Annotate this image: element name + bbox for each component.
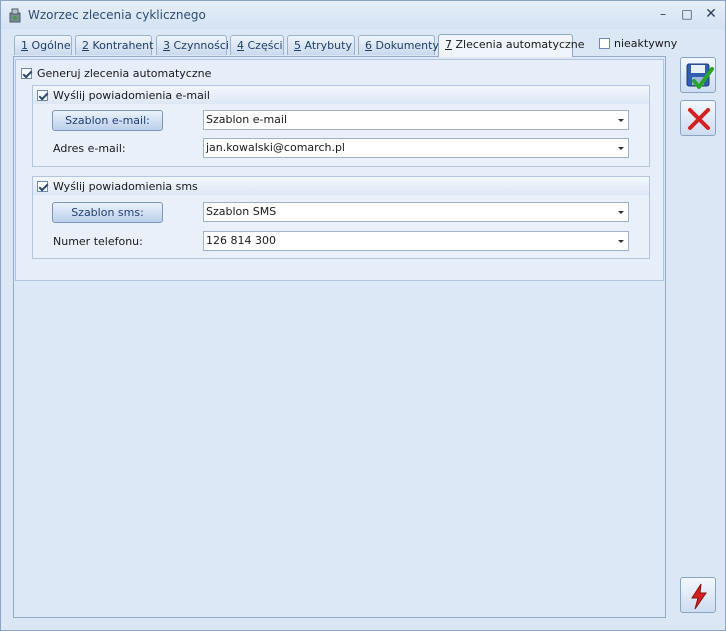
- tab-czynnosci[interactable]: 3 Czynności: [156, 35, 229, 55]
- close-button[interactable]: ✕: [700, 5, 722, 23]
- generate-orders-label: Generuj zlecenia automatyczne: [37, 66, 212, 80]
- cancel-button[interactable]: [680, 100, 716, 136]
- phone-number-label: Numer telefonu:: [53, 235, 143, 248]
- maximize-button[interactable]: □: [676, 5, 698, 23]
- email-template-button-label: Szablon e-mail:: [65, 114, 150, 127]
- send-sms-checkbox[interactable]: [37, 180, 48, 192]
- tab-number: 3: [163, 39, 170, 52]
- minimize-button[interactable]: –: [652, 5, 674, 23]
- tab-number: 6: [365, 39, 372, 52]
- tab-label: Kontrahent: [89, 39, 154, 52]
- email-address-field[interactable]: jan.kowalski@comarch.pl: [203, 138, 629, 158]
- tab-number: 2: [82, 39, 89, 52]
- send-email-label: Wyślij powiadomienia e-mail: [53, 88, 210, 102]
- sms-template-select[interactable]: Szablon SMS: [203, 202, 629, 222]
- title-bar[interactable]: Wzorzec zlecenia cyklicznego – □ ✕: [1, 1, 725, 29]
- send-email-row[interactable]: Wyślij powiadomienia e-mail: [37, 88, 210, 102]
- sms-template-value: Szablon SMS: [206, 205, 277, 218]
- app-icon: [9, 8, 21, 23]
- send-sms-row[interactable]: Wyślij powiadomienia sms: [37, 179, 198, 193]
- chevron-down-icon: [618, 147, 624, 150]
- tab-label: Zlecenia automatyczne: [452, 38, 585, 51]
- email-template-value: Szablon e-mail: [206, 113, 288, 126]
- sms-template-button-label: Szablon sms:: [71, 206, 144, 219]
- email-template-button[interactable]: Szablon e-mail:: [52, 110, 163, 131]
- inactive-checkbox-label: nieaktywny: [614, 36, 678, 50]
- tab-number: 7: [445, 38, 452, 51]
- tab-ogolne[interactable]: 1 Ogólne: [14, 35, 72, 55]
- lightning-icon: [691, 583, 707, 610]
- tab-kontrahent[interactable]: 2 Kontrahent: [75, 35, 154, 55]
- phone-number-field[interactable]: 126 814 300: [203, 231, 629, 251]
- window-title: Wzorzec zlecenia cyklicznego: [28, 8, 206, 22]
- chevron-down-icon: [618, 119, 624, 122]
- generate-orders-checkbox[interactable]: [21, 67, 32, 79]
- tab-label: Czynności: [170, 39, 229, 52]
- sms-template-button[interactable]: Szablon sms:: [52, 202, 163, 223]
- email-address-label: Adres e-mail:: [53, 142, 126, 155]
- phone-number-value: 126 814 300: [206, 234, 276, 247]
- tab-number: 4: [237, 39, 244, 52]
- tab-dokumenty[interactable]: 6 Dokumenty: [358, 35, 439, 55]
- tab-czesci[interactable]: 4 Części: [230, 35, 284, 55]
- email-notification-group: Wyślij powiadomienia e-mail Szablon e-ma…: [32, 85, 650, 167]
- email-template-select[interactable]: Szablon e-mail: [203, 110, 629, 130]
- tab-zlecenia-automatyczne[interactable]: 7 Zlecenia automatyczne: [438, 34, 585, 57]
- dialog-window: Wzorzec zlecenia cyklicznego – □ ✕ 1 Ogó…: [0, 0, 726, 631]
- email-address-value: jan.kowalski@comarch.pl: [206, 141, 345, 154]
- chevron-down-icon: [618, 211, 624, 214]
- sms-notification-group: Wyślij powiadomienia sms Szablon sms: Sz…: [32, 176, 650, 259]
- save-icon: [686, 63, 714, 89]
- inactive-checkbox-row[interactable]: nieaktywny: [599, 36, 677, 50]
- inactive-checkbox[interactable]: [599, 37, 610, 49]
- tab-content-panel: Generuj zlecenia automatyczne Wyślij pow…: [13, 56, 666, 618]
- cancel-icon: [688, 108, 710, 130]
- tab-label: Atrybuty: [301, 39, 352, 52]
- chevron-down-icon: [618, 240, 624, 243]
- save-button[interactable]: [680, 57, 716, 93]
- tab-atrybuty[interactable]: 5 Atrybuty: [287, 35, 355, 55]
- tab-label: Dokumenty: [372, 39, 439, 52]
- generate-orders-row[interactable]: Generuj zlecenia automatyczne: [21, 66, 211, 80]
- send-sms-label: Wyślij powiadomienia sms: [53, 179, 198, 193]
- tab-number: 1: [21, 39, 28, 52]
- action-button[interactable]: [680, 577, 716, 613]
- send-email-checkbox[interactable]: [37, 89, 48, 101]
- generate-orders-section: Generuj zlecenia automatyczne Wyślij pow…: [15, 59, 664, 281]
- tab-label: Części: [244, 39, 283, 52]
- tab-number: 5: [294, 39, 301, 52]
- tab-label: Ogólne: [28, 39, 71, 52]
